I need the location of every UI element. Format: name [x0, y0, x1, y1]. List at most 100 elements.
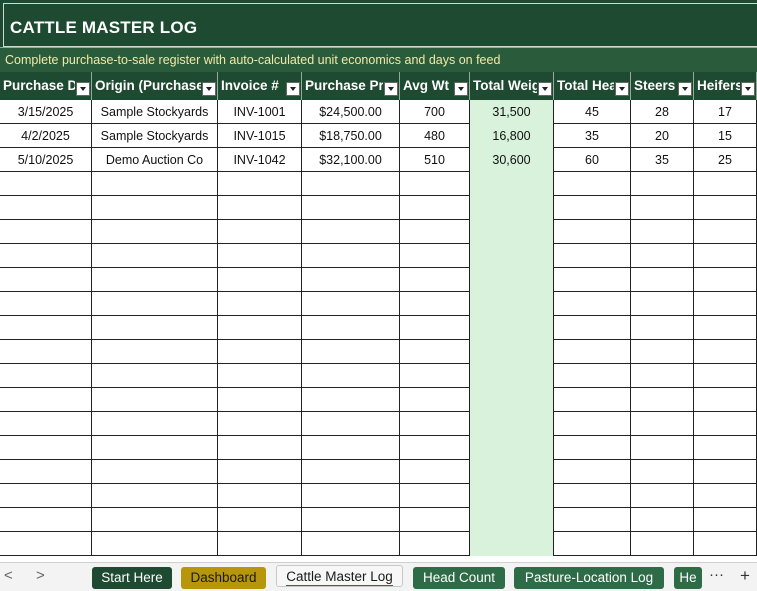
cell-avg_wt[interactable] [400, 484, 470, 508]
cell-total_weight[interactable] [470, 292, 554, 316]
cell-avg_wt[interactable] [400, 532, 470, 556]
cell-origin[interactable] [92, 316, 218, 340]
cell-total_weight[interactable] [470, 196, 554, 220]
cell-total_weight[interactable] [470, 316, 554, 340]
sheet-tab-he[interactable]: He [674, 567, 702, 589]
cell-avg_wt[interactable] [400, 316, 470, 340]
cell-heifers[interactable] [694, 364, 757, 388]
cell-steers[interactable] [631, 412, 694, 436]
cell-total_weight[interactable] [470, 436, 554, 460]
cell-heifers[interactable]: 17 [694, 100, 757, 124]
cell-total_weight[interactable] [470, 388, 554, 412]
filter-dropdown-icon[interactable] [454, 82, 468, 96]
cell-total_head[interactable] [554, 508, 631, 532]
cell-avg_wt[interactable] [400, 268, 470, 292]
cell-steers[interactable] [631, 340, 694, 364]
cell-steers[interactable] [631, 316, 694, 340]
cell-purchase_date[interactable] [0, 220, 92, 244]
cell-avg_wt[interactable] [400, 292, 470, 316]
cell-total_head[interactable] [554, 412, 631, 436]
more-sheets-icon[interactable]: ··· [709, 566, 724, 583]
cell-heifers[interactable] [694, 412, 757, 436]
cell-origin[interactable] [92, 340, 218, 364]
cell-invoice[interactable] [218, 292, 302, 316]
cell-purchase_date[interactable] [0, 340, 92, 364]
subtitle-band[interactable]: Complete purchase-to-sale register with … [0, 47, 757, 72]
cell-steers[interactable] [631, 532, 694, 556]
cell-purchase_date[interactable]: 4/2/2025 [0, 124, 92, 148]
cell-heifers[interactable] [694, 172, 757, 196]
cell-total_head[interactable]: 60 [554, 148, 631, 172]
column-header-total_weight[interactable]: Total Weight [470, 72, 554, 100]
cell-origin[interactable] [92, 220, 218, 244]
cell-steers[interactable] [631, 196, 694, 220]
cell-total_weight[interactable]: 31,500 [470, 100, 554, 124]
cell-purchase_date[interactable] [0, 244, 92, 268]
cell-purchase_date[interactable] [0, 364, 92, 388]
cell-purchase_date[interactable]: 5/10/2025 [0, 148, 92, 172]
cell-invoice[interactable] [218, 340, 302, 364]
cell-steers[interactable]: 28 [631, 100, 694, 124]
cell-avg_wt[interactable] [400, 340, 470, 364]
cell-total_weight[interactable] [470, 220, 554, 244]
cell-invoice[interactable] [218, 268, 302, 292]
cell-avg_wt[interactable] [400, 244, 470, 268]
cell-heifers[interactable] [694, 268, 757, 292]
cell-avg_wt[interactable] [400, 196, 470, 220]
cell-avg_wt[interactable] [400, 364, 470, 388]
cell-total_weight[interactable] [470, 268, 554, 292]
cell-origin[interactable] [92, 484, 218, 508]
filter-dropdown-icon[interactable] [384, 82, 398, 96]
column-header-steers[interactable]: Steers [631, 72, 694, 100]
cell-purchase_price[interactable] [302, 436, 400, 460]
cell-heifers[interactable] [694, 388, 757, 412]
cell-heifers[interactable] [694, 244, 757, 268]
sheet-tab-pasture-location-log[interactable]: Pasture-Location Log [514, 567, 664, 589]
cell-total_head[interactable] [554, 268, 631, 292]
cell-purchase_price[interactable] [302, 412, 400, 436]
cell-heifers[interactable]: 25 [694, 148, 757, 172]
cell-purchase_price[interactable] [302, 364, 400, 388]
cell-purchase_date[interactable] [0, 532, 92, 556]
cell-purchase_price[interactable] [302, 340, 400, 364]
cell-purchase_date[interactable] [0, 484, 92, 508]
column-header-origin[interactable]: Origin (Purchased From) [92, 72, 218, 100]
cell-origin[interactable]: Demo Auction Co [92, 148, 218, 172]
cell-purchase_price[interactable] [302, 508, 400, 532]
cell-avg_wt[interactable] [400, 388, 470, 412]
cell-total_head[interactable] [554, 292, 631, 316]
column-header-invoice[interactable]: Invoice # [218, 72, 302, 100]
cell-invoice[interactable] [218, 508, 302, 532]
cell-invoice[interactable] [218, 172, 302, 196]
cell-purchase_price[interactable]: $24,500.00 [302, 100, 400, 124]
cell-steers[interactable]: 35 [631, 148, 694, 172]
filter-dropdown-icon[interactable] [202, 82, 216, 96]
cell-purchase_price[interactable] [302, 460, 400, 484]
cell-total_weight[interactable] [470, 244, 554, 268]
cell-total_head[interactable] [554, 364, 631, 388]
cell-avg_wt[interactable] [400, 436, 470, 460]
cell-purchase_date[interactable] [0, 508, 92, 532]
cell-total_weight[interactable] [470, 364, 554, 388]
cell-heifers[interactable] [694, 220, 757, 244]
filter-dropdown-icon[interactable] [678, 82, 692, 96]
cell-purchase_price[interactable] [302, 316, 400, 340]
add-sheet-icon[interactable]: + [740, 566, 750, 586]
cell-invoice[interactable] [218, 316, 302, 340]
cell-origin[interactable] [92, 172, 218, 196]
cell-purchase_price[interactable] [302, 268, 400, 292]
cell-total_head[interactable] [554, 484, 631, 508]
sheet-tab-start-here[interactable]: Start Here [92, 567, 172, 589]
cell-steers[interactable] [631, 268, 694, 292]
filter-dropdown-icon[interactable] [538, 82, 552, 96]
cell-heifers[interactable] [694, 484, 757, 508]
cell-total_head[interactable] [554, 244, 631, 268]
cell-avg_wt[interactable]: 480 [400, 124, 470, 148]
cell-purchase_price[interactable] [302, 484, 400, 508]
cell-purchase_date[interactable] [0, 388, 92, 412]
cell-avg_wt[interactable] [400, 172, 470, 196]
cell-steers[interactable] [631, 172, 694, 196]
cell-steers[interactable] [631, 508, 694, 532]
filter-dropdown-icon[interactable] [615, 82, 629, 96]
cell-origin[interactable] [92, 436, 218, 460]
